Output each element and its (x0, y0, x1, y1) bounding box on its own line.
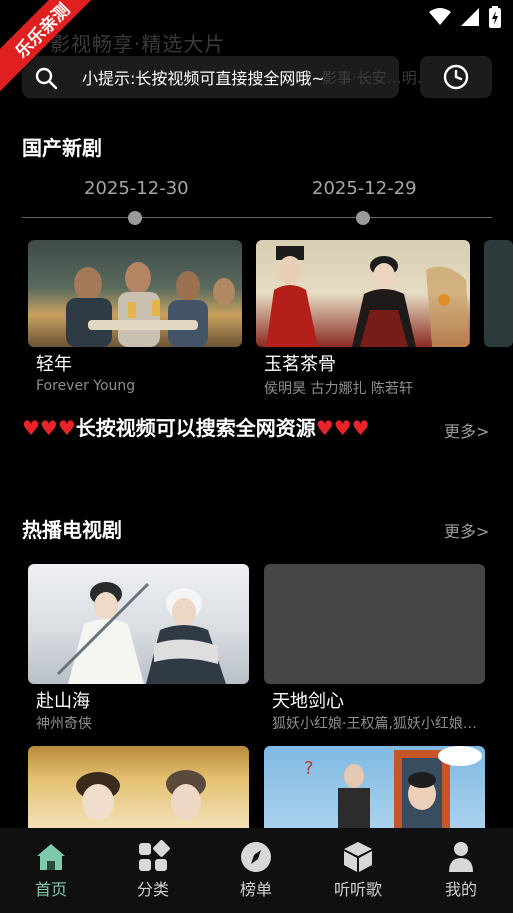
nav-label: 听听歌 (333, 880, 382, 899)
poster-placeholder[interactable] (264, 564, 485, 684)
signal-icon (461, 8, 479, 26)
poster-art (66, 262, 235, 347)
notice-text: 长按视频可以搜索全网资源 (75, 416, 316, 440)
home-icon (37, 844, 65, 870)
search-icon (35, 67, 58, 90)
search-bar[interactable]: 影事·长安…明… 小提示:长按视频可直接搜全网哦~ (22, 56, 432, 98)
card-subtitle: Forever Young (36, 378, 136, 394)
poster-art: ? (304, 746, 482, 828)
nav-label: 分类 (136, 880, 169, 899)
timeline-line (22, 217, 492, 218)
grid-icon (139, 840, 170, 871)
nav-label: 我的 (444, 880, 477, 899)
heart-icon: ♥♥♥ (22, 416, 76, 440)
poster-image[interactable]: ? (264, 746, 485, 828)
notice-banner: ♥♥♥长按视频可以搜索全网资源♥♥♥ (22, 412, 370, 441)
section-title-hot-tv: 热播电视剧 (22, 518, 122, 542)
poster-art (56, 582, 226, 684)
timeline-dot[interactable] (356, 211, 370, 225)
card-title[interactable]: 轻年 (36, 350, 72, 376)
card-title[interactable]: 赴山海 (36, 687, 90, 713)
history-button[interactable] (420, 56, 492, 98)
nav-home[interactable]: 首页 (11, 840, 91, 900)
more-link[interactable]: 更多> (444, 418, 489, 442)
heart-icon: ♥♥♥ (315, 416, 370, 440)
card-subtitle: 神州奇侠 (36, 716, 92, 732)
card-subtitle: 狐妖小红娘·王权篇,狐妖小红娘·王权篇 (272, 716, 480, 732)
compass-icon (241, 842, 271, 872)
timeline-date[interactable]: 2025-12-30 (84, 178, 189, 199)
battery-icon (489, 6, 501, 28)
wifi-icon (429, 8, 451, 25)
search-ghost-text: 影事·长安…明… (322, 68, 432, 87)
nav-ranking[interactable]: 榜单 (216, 840, 296, 900)
poster-art (76, 770, 206, 820)
nav-label: 首页 (34, 880, 67, 899)
poster-image[interactable] (28, 564, 249, 684)
timeline-date[interactable]: 2025-12-29 (312, 178, 417, 199)
person-icon (449, 842, 473, 872)
poster-image[interactable] (256, 240, 470, 347)
timeline-dot[interactable] (128, 211, 142, 225)
nav-music[interactable]: 听听歌 (318, 840, 398, 900)
cube-icon (344, 842, 372, 872)
search-hint: 小提示:长按视频可直接搜全网哦~ (82, 69, 325, 88)
card-subtitle: 侯明昊 古力娜扎 陈若轩 (264, 381, 413, 397)
poster-image[interactable] (28, 746, 249, 828)
poster-image[interactable] (28, 240, 242, 347)
nav-label: 榜单 (239, 880, 272, 899)
section-title-new-series: 国产新剧 (22, 136, 102, 160)
ghost-header-title: 影视畅享·精选大片 (50, 32, 226, 56)
status-icons (429, 6, 501, 28)
nav-category[interactable]: 分类 (113, 840, 193, 900)
clock-icon (443, 64, 469, 90)
poster-art (266, 246, 470, 347)
more-link[interactable]: 更多> (444, 518, 489, 542)
poster-mark: ? (304, 758, 314, 779)
card-title[interactable]: 玉茗茶骨 (264, 350, 336, 376)
bottom-navigation: 首页 分类 榜单 听听歌 我的 (0, 828, 513, 913)
card-title[interactable]: 天地剑心 (272, 687, 344, 713)
nav-profile[interactable]: 我的 (421, 840, 501, 900)
poster-image[interactable] (484, 240, 513, 347)
